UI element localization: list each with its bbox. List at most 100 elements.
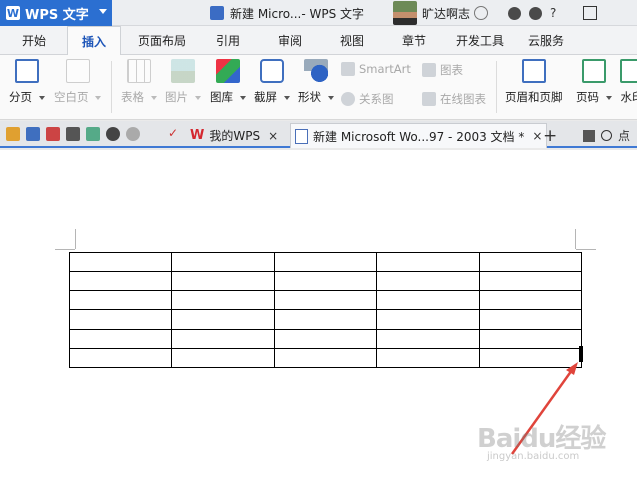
search-icon[interactable] — [601, 130, 612, 141]
gallery-icon — [215, 59, 240, 83]
watermark-icon — [620, 59, 637, 83]
title-bar: W WPS 文字 新建 Micro...- WPS 文字 旷达啊志 ? — [0, 0, 637, 26]
blank-page-button[interactable]: 空白页 — [54, 59, 101, 105]
ribbon-insert: 分页 空白页 表格 图片 图库 截屏 形状 SmartArt 图表 关系图 在线… — [0, 55, 637, 120]
watermark-label: 水印 — [620, 90, 637, 104]
page-number-label: 页码 — [576, 90, 599, 104]
wps-logo-icon: W — [190, 128, 205, 143]
feedback-icon[interactable] — [529, 6, 542, 20]
settings-icon[interactable] — [508, 6, 521, 20]
arrow-head — [566, 362, 578, 375]
screenshot-button[interactable]: 截屏 — [254, 59, 290, 105]
user-name: 旷达啊志 — [422, 6, 471, 21]
app-menu-label: WPS 文字 — [25, 7, 89, 23]
tab-page-layout[interactable]: 页面布局 — [138, 26, 186, 55]
window-title-text: 新建 Micro...- WPS 文字 — [230, 6, 365, 21]
tab-references[interactable]: 引用 — [216, 26, 240, 55]
search-label: 点 — [618, 129, 631, 143]
tab-review[interactable]: 审阅 — [278, 26, 302, 55]
app-menu-button[interactable]: W WPS 文字 — [0, 0, 112, 26]
chart-label: 图表 — [440, 63, 463, 77]
print-icon[interactable] — [66, 127, 80, 141]
ribbon-tabs: 开始 插入 页面布局 引用 审阅 视图 章节 开发工具 云服务 — [0, 26, 637, 56]
picture-icon — [170, 59, 195, 83]
smartart-button[interactable]: SmartArt — [341, 62, 411, 76]
tab-current-document-label: 新建 Microsoft Wo...97 - 2003 文档 * — [313, 129, 525, 144]
screenshot-icon — [259, 59, 284, 83]
relation-chart-icon — [341, 92, 355, 106]
document-page[interactable]: Baidu经验 jingyan.baidu.com — [0, 150, 637, 481]
shapes-button[interactable]: 形状 — [298, 59, 334, 105]
table-label: 表格 — [121, 90, 144, 104]
undo-icon[interactable] — [106, 127, 120, 141]
smartart-icon — [341, 62, 355, 76]
print-preview-icon[interactable] — [86, 127, 100, 141]
redo-icon[interactable] — [126, 127, 140, 141]
blank-page-label: 空白页 — [54, 90, 89, 104]
search-area[interactable]: 点 — [583, 127, 630, 144]
quick-access-tools — [6, 127, 140, 141]
page-break-icon — [14, 59, 39, 83]
header-footer-icon — [521, 59, 546, 83]
wps-logo-icon: W — [6, 6, 20, 20]
ribbon-separator — [496, 61, 497, 113]
tab-my-wps[interactable]: W 我的WPS × — [190, 123, 278, 148]
baidu-watermark-url: jingyan.baidu.com — [487, 451, 580, 462]
blank-page-icon — [65, 59, 90, 83]
restore-window-icon[interactable] — [583, 6, 597, 20]
online-chart-button[interactable]: 在线图表 — [422, 91, 486, 107]
baidu-watermark: Baidu经验 — [477, 424, 606, 454]
document-icon — [210, 6, 224, 20]
tab-insert[interactable]: 插入 — [67, 26, 122, 56]
wps-writer-window: W WPS 文字 新建 Micro...- WPS 文字 旷达啊志 ? 开始 插… — [0, 0, 637, 481]
close-icon[interactable]: × — [532, 129, 542, 143]
shapes-icon — [303, 59, 328, 83]
document-area[interactable]: Baidu经验 jingyan.baidu.com — [0, 150, 637, 481]
chart-button[interactable]: 图表 — [422, 62, 463, 78]
skin-icon[interactable] — [474, 6, 489, 20]
word-document-icon — [295, 128, 308, 144]
online-chart-icon — [422, 92, 436, 106]
export-pdf-icon[interactable] — [46, 127, 60, 141]
gallery-label: 图库 — [210, 90, 233, 104]
relation-chart-label: 关系图 — [359, 92, 394, 106]
header-footer-label: 页眉和页脚 — [505, 90, 563, 104]
help-icon[interactable]: ? — [550, 6, 556, 20]
tab-my-wps-label: 我的WPS — [209, 129, 261, 143]
save-icon[interactable] — [26, 127, 40, 141]
menu-icon[interactable] — [583, 129, 595, 142]
tab-developer[interactable]: 开发工具 — [456, 26, 504, 55]
tab-cloud-services[interactable]: 云服务 — [528, 26, 564, 55]
shapes-label: 形状 — [298, 90, 321, 104]
user-account[interactable]: 旷达啊志 — [393, 0, 489, 26]
header-footer-button[interactable]: 页眉和页脚 — [505, 59, 563, 105]
page-break-button[interactable]: 分页 — [9, 59, 45, 105]
open-folder-icon[interactable] — [6, 127, 20, 141]
page-number-button[interactable]: 页码 — [576, 59, 612, 105]
tab-home[interactable]: 开始 — [22, 26, 46, 55]
window-title: 新建 Micro...- WPS 文字 — [210, 0, 364, 26]
title-bar-tools: ? — [508, 0, 556, 26]
gallery-button[interactable]: 图库 — [210, 59, 246, 105]
watermark-button[interactable]: 水印 — [620, 59, 637, 105]
picture-button[interactable]: 图片 — [165, 59, 201, 105]
page-number-icon — [581, 59, 606, 83]
relation-chart-button[interactable]: 关系图 — [341, 91, 394, 107]
avatar — [393, 1, 417, 25]
screenshot-label: 截屏 — [254, 90, 277, 104]
chevron-down-icon — [99, 9, 107, 14]
tab-view[interactable]: 视图 — [340, 26, 364, 55]
new-tab-button[interactable]: + — [543, 126, 557, 146]
online-chart-label: 在线图表 — [440, 92, 486, 106]
quick-access-bar: ✓ W 我的WPS × 新建 Microsoft Wo...97 - 2003 … — [0, 121, 637, 148]
customize-toolbar-icon[interactable]: ✓ — [168, 126, 178, 140]
chart-icon — [422, 63, 436, 77]
ribbon-separator — [111, 61, 112, 113]
smartart-label: SmartArt — [359, 62, 411, 76]
tab-sections[interactable]: 章节 — [402, 26, 426, 55]
table-button[interactable]: 表格 — [121, 59, 157, 105]
tab-current-document[interactable]: 新建 Microsoft Wo...97 - 2003 文档 * × — [290, 123, 548, 148]
page-break-label: 分页 — [9, 90, 32, 104]
close-icon[interactable]: × — [268, 129, 278, 143]
window-controls — [583, 0, 597, 26]
